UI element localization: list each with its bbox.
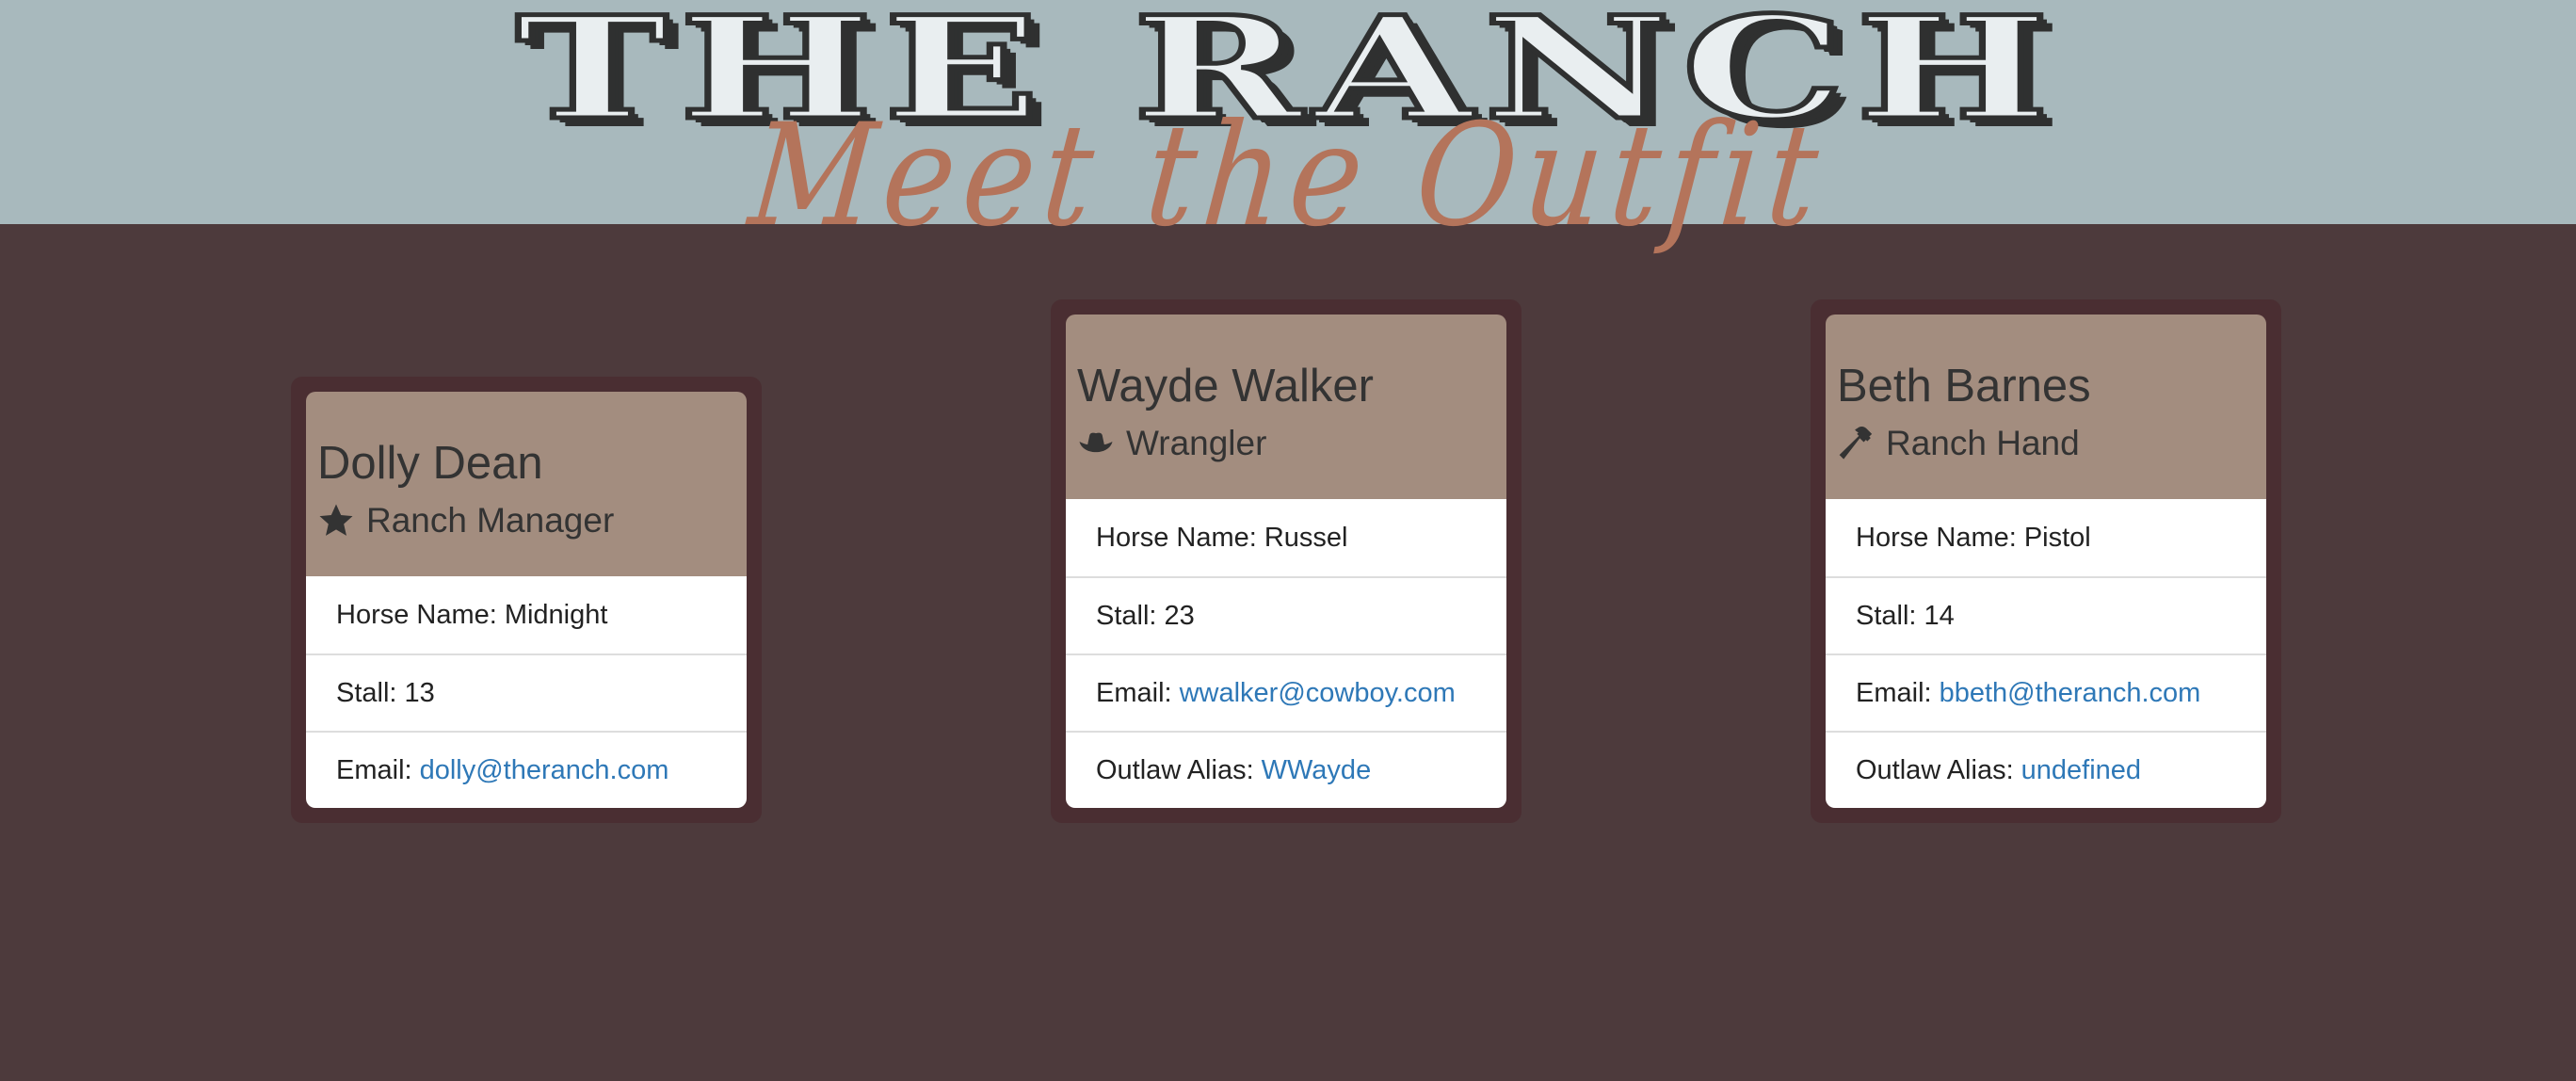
- list-item-horse: Horse Name: Midnight: [306, 576, 747, 653]
- list-item-email: Email: bbeth@theranch.com: [1826, 653, 2266, 731]
- stall-value: 23: [1164, 600, 1195, 631]
- hammer-icon: [1837, 425, 1875, 462]
- list-item-horse: Horse Name: Russel: [1066, 499, 1506, 576]
- page-subtitle: Meet the Outfit: [743, 94, 1833, 258]
- role-label: Ranch Hand: [1886, 424, 2080, 462]
- email-label: Email:: [336, 754, 412, 785]
- alias-link[interactable]: WWayde: [1262, 755, 1372, 786]
- list-item-stall: Stall: 14: [1826, 576, 2266, 653]
- employee-role: Wrangler: [1077, 420, 1495, 467]
- employee-role: Ranch Manager: [317, 497, 735, 544]
- employee-role: Ranch Hand: [1837, 420, 2255, 467]
- stall-label: Stall:: [336, 677, 397, 708]
- role-label: Ranch Manager: [366, 501, 615, 540]
- stall-label: Stall:: [1096, 600, 1157, 631]
- employee-card-beth-barnes: Beth Barnes Ranch Hand Horse Name: Pisto…: [1811, 299, 2281, 823]
- list-item-horse: Horse Name: Pistol: [1826, 499, 2266, 576]
- list-item-email: Email: dolly@theranch.com: [306, 731, 747, 808]
- alias-label: Outlaw Alias:: [1096, 754, 1254, 785]
- employee-name: Wayde Walker: [1077, 361, 1374, 411]
- list-item-email: Email: wwalker@cowboy.com: [1066, 653, 1506, 731]
- employee-name: Beth Barnes: [1837, 361, 2091, 411]
- horse-value: Russel: [1264, 522, 1348, 553]
- list-item-stall: Stall: 13: [306, 653, 747, 731]
- role-label: Wrangler: [1126, 424, 1267, 462]
- email-link[interactable]: dolly@theranch.com: [420, 755, 669, 786]
- horse-label: Horse Name:: [1856, 522, 2017, 553]
- cowboy-hat-icon: [1077, 425, 1115, 462]
- page-header: THE RANCH Meet the Outfit: [0, 0, 2576, 258]
- stall-label: Stall:: [1856, 600, 1917, 631]
- email-link[interactable]: wwalker@cowboy.com: [1180, 678, 1456, 709]
- horse-value: Midnight: [504, 599, 608, 630]
- horse-label: Horse Name:: [1096, 522, 1257, 553]
- employee-name: Dolly Dean: [317, 438, 543, 489]
- email-label: Email:: [1856, 677, 1932, 708]
- details-list: Horse Name: Midnight Stall: 13 Email: do…: [306, 576, 747, 808]
- card-header: Beth Barnes Ranch Hand: [1826, 315, 2266, 499]
- employee-card-dolly-dean: Dolly Dean Ranch Manager Horse Name: Mid…: [291, 377, 762, 823]
- stall-value: 14: [1924, 600, 1955, 631]
- details-list: Horse Name: Pistol Stall: 14 Email: bbet…: [1826, 499, 2266, 808]
- star-icon: [317, 502, 355, 540]
- list-item-alias: Outlaw Alias: WWayde: [1066, 731, 1506, 808]
- horse-label: Horse Name:: [336, 599, 497, 630]
- list-item-stall: Stall: 23: [1066, 576, 1506, 653]
- card-header: Wayde Walker Wrangler: [1066, 315, 1506, 499]
- details-list: Horse Name: Russel Stall: 23 Email: wwal…: [1066, 499, 1506, 808]
- card-header: Dolly Dean Ranch Manager: [306, 392, 747, 576]
- alias-link[interactable]: undefined: [2021, 755, 2141, 786]
- list-item-alias: Outlaw Alias: undefined: [1826, 731, 2266, 808]
- stall-value: 13: [404, 677, 435, 708]
- alias-label: Outlaw Alias:: [1856, 754, 2014, 785]
- email-label: Email:: [1096, 677, 1172, 708]
- employee-card-wayde-walker: Wayde Walker Wrangler Horse Name: Russel…: [1051, 299, 1521, 823]
- horse-value: Pistol: [2023, 522, 2091, 553]
- email-link[interactable]: bbeth@theranch.com: [1940, 678, 2201, 709]
